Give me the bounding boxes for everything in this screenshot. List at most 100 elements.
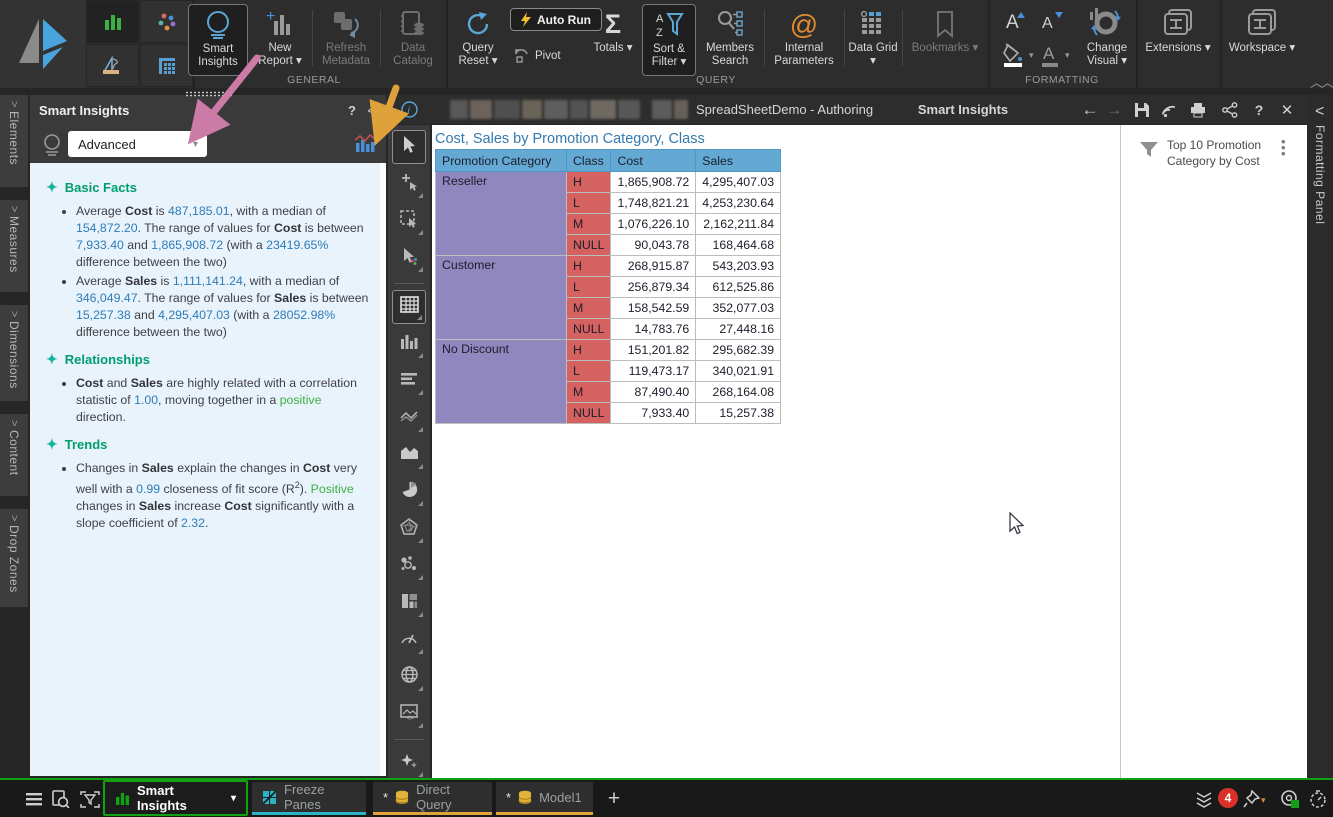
filter-menu-icon[interactable]: ••• bbox=[1281, 139, 1286, 157]
bottom-tab-smart-insights[interactable]: Smart Insights▾ bbox=[103, 780, 248, 816]
bottom-tab-freeze-panes[interactable]: Freeze Panes bbox=[252, 782, 366, 815]
gauge-visual-button[interactable] bbox=[392, 623, 426, 657]
change-visual-button[interactable]: Change Visual ▾ bbox=[1080, 42, 1134, 68]
area-chart-visual-button[interactable] bbox=[392, 438, 426, 472]
app-logo[interactable] bbox=[0, 0, 86, 88]
cost-cell[interactable]: 151,201.82 bbox=[611, 340, 696, 361]
bookmarks-button[interactable]: Bookmarks ▾ bbox=[906, 4, 984, 76]
view-filter-icon[interactable] bbox=[78, 787, 102, 811]
sales-cell[interactable]: 543,203.93 bbox=[696, 256, 781, 277]
cost-cell[interactable]: 1,865,908.72 bbox=[611, 172, 696, 193]
query-reset-button[interactable]: Query Reset ▾ bbox=[450, 4, 506, 76]
table-row[interactable]: No DiscountH151,201.82295,682.39 bbox=[436, 340, 781, 361]
data-pointer-button[interactable] bbox=[392, 241, 426, 275]
sidebar-tab-elements[interactable]: >Elements bbox=[0, 95, 28, 187]
visual-style-button[interactable] bbox=[1082, 6, 1122, 43]
scatter-chart-visual-button[interactable] bbox=[392, 549, 426, 583]
select-pointer-button[interactable] bbox=[392, 130, 426, 164]
layer-filter-icon[interactable] bbox=[1192, 787, 1216, 811]
cost-cell[interactable]: 14,783.76 bbox=[611, 319, 696, 340]
info-icon[interactable]: i bbox=[398, 95, 420, 124]
ai-visual-button[interactable] bbox=[392, 746, 426, 780]
table-row[interactable]: ResellerH1,865,908.724,295,407.03 bbox=[436, 172, 781, 193]
add-tab-button[interactable]: + bbox=[602, 787, 626, 811]
class-cell[interactable]: L bbox=[567, 277, 611, 298]
class-cell[interactable]: M bbox=[567, 382, 611, 403]
data-table[interactable]: Promotion CategoryClassCostSalesReseller… bbox=[435, 149, 781, 424]
sales-cell[interactable]: 2,162,211.84 bbox=[696, 214, 781, 235]
forward-icon[interactable]: → bbox=[1102, 95, 1126, 124]
timer-icon[interactable] bbox=[1306, 787, 1330, 811]
view-as-chart-icon[interactable] bbox=[354, 134, 376, 154]
panel-scrollbar[interactable] bbox=[380, 163, 386, 776]
panel-help-icon[interactable]: ? bbox=[348, 103, 356, 118]
class-cell[interactable]: M bbox=[567, 214, 611, 235]
bottom-tab-model1[interactable]: *Model1 bbox=[496, 782, 593, 815]
menu-icon[interactable] bbox=[22, 787, 46, 811]
class-cell[interactable]: NULL bbox=[567, 319, 611, 340]
sales-cell[interactable]: 4,295,407.03 bbox=[696, 172, 781, 193]
members-search-button[interactable]: Members Search bbox=[700, 4, 760, 76]
category-cell[interactable]: Reseller bbox=[436, 172, 567, 256]
cost-cell[interactable]: 1,748,821.21 bbox=[611, 193, 696, 214]
class-cell[interactable]: H bbox=[567, 256, 611, 277]
internal-parameters-button[interactable]: @ Internal Parameters bbox=[766, 4, 842, 76]
notification-badge[interactable]: 4 bbox=[1218, 788, 1238, 808]
sales-cell[interactable]: 27,448.16 bbox=[696, 319, 781, 340]
line-chart-visual-button[interactable] bbox=[392, 401, 426, 435]
table-visual-button[interactable] bbox=[392, 290, 426, 324]
print-icon[interactable] bbox=[1186, 95, 1210, 124]
save-icon[interactable] bbox=[1130, 95, 1154, 124]
bottom-tab-direct-query[interactable]: *Direct Query bbox=[373, 782, 492, 815]
class-cell[interactable]: L bbox=[567, 361, 611, 382]
cost-cell[interactable]: 256,879.34 bbox=[611, 277, 696, 298]
sales-cell[interactable]: 352,077.03 bbox=[696, 298, 781, 319]
totals-button[interactable]: Σ Totals ▾ bbox=[590, 4, 636, 76]
table-header-class[interactable]: Class bbox=[567, 150, 611, 172]
view-report-button[interactable] bbox=[86, 44, 139, 87]
back-icon[interactable]: ← bbox=[1078, 95, 1102, 124]
view-slideshow-button[interactable] bbox=[140, 0, 193, 43]
record-status-icon[interactable] bbox=[1278, 787, 1302, 811]
pie-chart-visual-button[interactable] bbox=[392, 475, 426, 509]
radar-chart-visual-button[interactable] bbox=[392, 512, 426, 546]
formatting-panel-label[interactable]: Formatting Panel bbox=[1313, 125, 1327, 224]
add-element-pointer-button[interactable] bbox=[392, 167, 426, 201]
treemap-visual-button[interactable] bbox=[392, 586, 426, 620]
sidebar-tab-drop-zones[interactable]: >Drop Zones bbox=[0, 509, 28, 607]
class-cell[interactable]: L bbox=[567, 193, 611, 214]
smart-insights-button[interactable]: Smart Insights bbox=[188, 4, 248, 76]
collapse-ribbon-button[interactable]: ︿︿ bbox=[1310, 72, 1332, 91]
tab-caret-icon[interactable]: ▾ bbox=[231, 793, 236, 804]
close-view-icon[interactable]: ✕ bbox=[1276, 95, 1298, 124]
formatting-panel-expand-icon[interactable]: < bbox=[1315, 103, 1324, 121]
increase-font-button[interactable]: A bbox=[1002, 8, 1032, 34]
cost-cell[interactable]: 7,933.40 bbox=[611, 403, 696, 424]
cost-cell[interactable]: 158,542.59 bbox=[611, 298, 696, 319]
sales-cell[interactable]: 15,257.38 bbox=[696, 403, 781, 424]
panel-collapse-icon[interactable]: < bbox=[367, 103, 375, 118]
fill-color-button[interactable]: ▾ bbox=[1002, 42, 1034, 68]
cost-cell[interactable]: 87,490.40 bbox=[611, 382, 696, 403]
category-cell[interactable]: Customer bbox=[436, 256, 567, 340]
help-icon[interactable]: ? bbox=[1248, 95, 1270, 124]
sidebar-tab-dimensions[interactable]: >Dimensions bbox=[0, 305, 28, 401]
cost-cell[interactable]: 90,043.78 bbox=[611, 235, 696, 256]
sales-cell[interactable]: 4,253,230.64 bbox=[696, 193, 781, 214]
panel-drag-handle[interactable] bbox=[185, 91, 232, 97]
class-cell[interactable]: NULL bbox=[567, 235, 611, 256]
auto-run-button[interactable]: Auto Run bbox=[510, 8, 602, 31]
cost-cell[interactable]: 119,473.17 bbox=[611, 361, 696, 382]
class-cell[interactable]: M bbox=[567, 298, 611, 319]
table-header-cost[interactable]: Cost bbox=[611, 150, 696, 172]
design-canvas[interactable]: Cost, Sales by Promotion Category, Class… bbox=[432, 125, 1120, 778]
view-dashboard-button[interactable] bbox=[86, 0, 139, 43]
category-cell[interactable]: No Discount bbox=[436, 340, 567, 424]
map-visual-button[interactable] bbox=[392, 660, 426, 694]
sales-cell[interactable]: 340,021.91 bbox=[696, 361, 781, 382]
insight-mode-dropdown[interactable]: Advanced ▾ bbox=[68, 131, 207, 157]
new-report-button[interactable]: + New Report ▾ bbox=[252, 4, 308, 76]
cost-cell[interactable]: 1,076,226.10 bbox=[611, 214, 696, 235]
sort-filter-button[interactable]: AZ Sort & Filter ▾ bbox=[642, 4, 696, 76]
sales-cell[interactable]: 268,164.08 bbox=[696, 382, 781, 403]
